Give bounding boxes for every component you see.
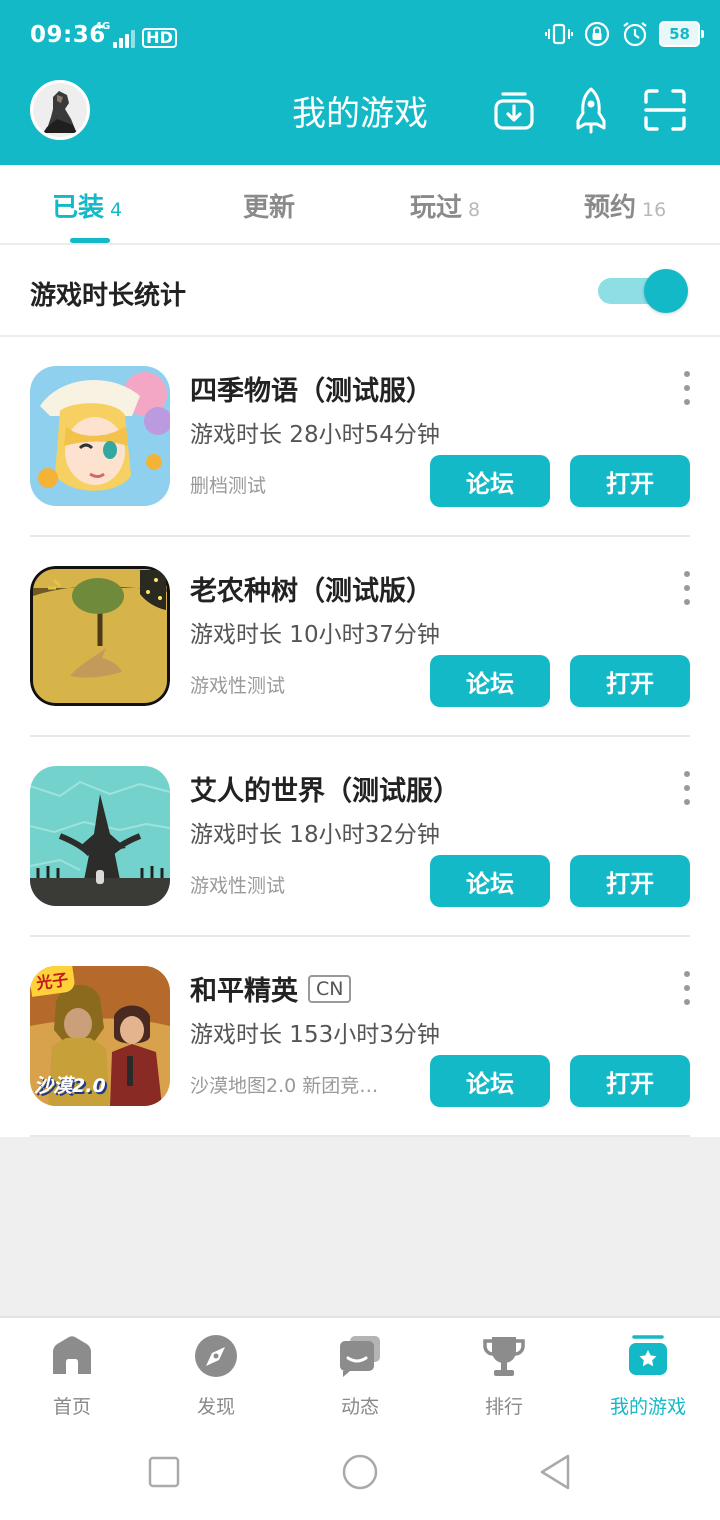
divider bbox=[30, 1135, 690, 1137]
active-tab-indicator bbox=[70, 238, 110, 243]
header: 09:36 4G HD 58 我的游戏 bbox=[0, 0, 720, 165]
speed-up-button[interactable] bbox=[566, 84, 616, 136]
game-card[interactable]: 光子 沙漠2.0 和平精英 CN 游戏时长 153小时3分钟 沙漠地图2.0 新… bbox=[0, 937, 720, 1137]
region-tag: CN bbox=[308, 974, 352, 1003]
status-bar: 09:36 4G HD 58 bbox=[0, 0, 720, 72]
open-button[interactable]: 打开 bbox=[570, 1055, 690, 1107]
game-title: 艾人的世界（测试服） bbox=[190, 769, 460, 808]
nav-home[interactable]: 首页 bbox=[0, 1334, 144, 1419]
tab-count: 4 bbox=[110, 199, 123, 221]
scan-button[interactable] bbox=[640, 84, 690, 136]
tab-label: 已装 bbox=[52, 193, 105, 223]
scan-icon bbox=[644, 89, 686, 131]
game-icon[interactable] bbox=[30, 766, 170, 906]
app-bar: 我的游戏 bbox=[0, 72, 720, 165]
game-card[interactable]: 艾人的世界（测试服） 游戏时长 18小时32分钟 游戏性测试 论坛 打开 bbox=[0, 737, 720, 937]
game-icon-image bbox=[30, 566, 170, 706]
open-button[interactable]: 打开 bbox=[570, 855, 690, 907]
nav-label: 我的游戏 bbox=[609, 1396, 686, 1418]
tab-played[interactable]: 玩过 8 bbox=[410, 187, 480, 224]
nav-ranking[interactable]: 排行 bbox=[432, 1334, 576, 1419]
tab-label: 预约 bbox=[584, 193, 637, 223]
tab-installed[interactable]: 已装 4 bbox=[52, 187, 122, 224]
game-icon[interactable]: 光子 沙漠2.0 bbox=[30, 966, 170, 1106]
battery-indicator: 58 bbox=[659, 21, 704, 47]
playtime-stats-label: 游戏时长统计 bbox=[30, 281, 187, 311]
vibrate-icon bbox=[545, 23, 574, 45]
game-playtime: 游戏时长 153小时3分钟 bbox=[190, 1022, 440, 1048]
nav-discover[interactable]: 发现 bbox=[144, 1334, 288, 1419]
tab-label: 玩过 bbox=[410, 193, 463, 223]
playtime-stats-toggle[interactable] bbox=[598, 269, 690, 313]
game-icon[interactable] bbox=[30, 566, 170, 706]
toggle-knob bbox=[644, 269, 688, 313]
home-button-icon[interactable] bbox=[340, 1452, 380, 1492]
game-subtitle: 删档测试 bbox=[190, 475, 267, 497]
more-options-icon[interactable] bbox=[676, 371, 698, 405]
playtime-stats-row: 游戏时长统计 bbox=[0, 245, 720, 337]
game-icon[interactable] bbox=[30, 366, 170, 506]
game-list: 四季物语（测试服） 游戏时长 28小时54分钟 删档测试 论坛 打开 老农种树（… bbox=[0, 337, 720, 1137]
icon-caption: 沙漠2.0 bbox=[34, 1075, 106, 1097]
download-icon bbox=[494, 92, 534, 130]
open-button[interactable]: 打开 bbox=[570, 655, 690, 707]
bottom-navigation: 首页 发现 动态 排行 我的游戏 bbox=[0, 1316, 720, 1420]
more-options-icon[interactable] bbox=[676, 571, 698, 605]
more-options-icon[interactable] bbox=[676, 771, 698, 805]
game-icon-image bbox=[30, 766, 170, 906]
nav-label: 排行 bbox=[484, 1396, 523, 1418]
tab-reserved[interactable]: 预约 16 bbox=[584, 187, 666, 224]
forum-button[interactable]: 论坛 bbox=[430, 655, 550, 707]
recents-icon[interactable] bbox=[144, 1452, 184, 1492]
game-name: 艾人的世界（测试服） bbox=[190, 776, 460, 807]
alarm-icon bbox=[623, 22, 647, 47]
nav-feed[interactable]: 动态 bbox=[288, 1334, 432, 1419]
game-card[interactable]: 四季物语（测试服） 游戏时长 28小时54分钟 删档测试 论坛 打开 bbox=[0, 337, 720, 537]
compass-icon bbox=[195, 1335, 237, 1377]
tab-count: 8 bbox=[468, 199, 481, 221]
system-navigation-bar bbox=[0, 1420, 720, 1520]
network-type: 4G bbox=[95, 21, 111, 32]
download-manager-button[interactable] bbox=[489, 84, 539, 136]
game-playtime: 游戏时长 10小时37分钟 bbox=[190, 622, 440, 648]
game-card[interactable]: 老农种树（测试版） 游戏时长 10小时37分钟 游戏性测试 论坛 打开 bbox=[0, 537, 720, 737]
tab-label: 更新 bbox=[243, 193, 296, 223]
open-button[interactable]: 打开 bbox=[570, 455, 690, 507]
game-name: 四季物语（测试服） bbox=[190, 376, 433, 407]
home-icon bbox=[53, 1336, 91, 1374]
game-subtitle: 游戏性测试 bbox=[190, 875, 286, 897]
tab-count: 16 bbox=[642, 199, 667, 221]
my-games-icon bbox=[629, 1335, 667, 1375]
tab-updates[interactable]: 更新 bbox=[243, 187, 295, 224]
nav-label: 首页 bbox=[52, 1396, 91, 1418]
network-indicator: 4G HD bbox=[95, 22, 177, 48]
chat-icon bbox=[340, 1336, 380, 1377]
game-title: 老农种树（测试版） bbox=[190, 569, 433, 608]
game-playtime: 游戏时长 18小时32分钟 bbox=[190, 822, 440, 848]
forum-button[interactable]: 论坛 bbox=[430, 455, 550, 507]
rotation-lock-icon bbox=[585, 21, 610, 47]
game-name: 和平精英 bbox=[190, 976, 298, 1007]
game-playtime: 游戏时长 28小时54分钟 bbox=[190, 422, 440, 448]
game-title: 四季物语（测试服） bbox=[190, 369, 433, 408]
hd-badge: HD bbox=[142, 28, 177, 48]
tab-bar: 已装 4 更新 玩过 8 预约 16 bbox=[0, 165, 720, 245]
nav-label: 动态 bbox=[340, 1396, 379, 1418]
game-title: 和平精英 CN bbox=[190, 969, 352, 1008]
game-icon-image bbox=[30, 366, 170, 506]
game-subtitle: 沙漠地图2.0 新团竞… bbox=[190, 1075, 379, 1097]
trophy-icon bbox=[483, 1337, 525, 1376]
system-icons: 58 bbox=[545, 20, 704, 48]
back-icon[interactable] bbox=[536, 1452, 576, 1492]
forum-button[interactable]: 论坛 bbox=[430, 855, 550, 907]
game-name: 老农种树（测试版） bbox=[190, 576, 433, 607]
game-subtitle: 游戏性测试 bbox=[190, 675, 286, 697]
rocket-icon bbox=[576, 87, 606, 134]
more-options-icon[interactable] bbox=[676, 971, 698, 1005]
nav-label: 发现 bbox=[196, 1396, 235, 1418]
signal-icon bbox=[113, 28, 136, 48]
forum-button[interactable]: 论坛 bbox=[430, 1055, 550, 1107]
nav-my-games[interactable]: 我的游戏 bbox=[576, 1334, 720, 1419]
